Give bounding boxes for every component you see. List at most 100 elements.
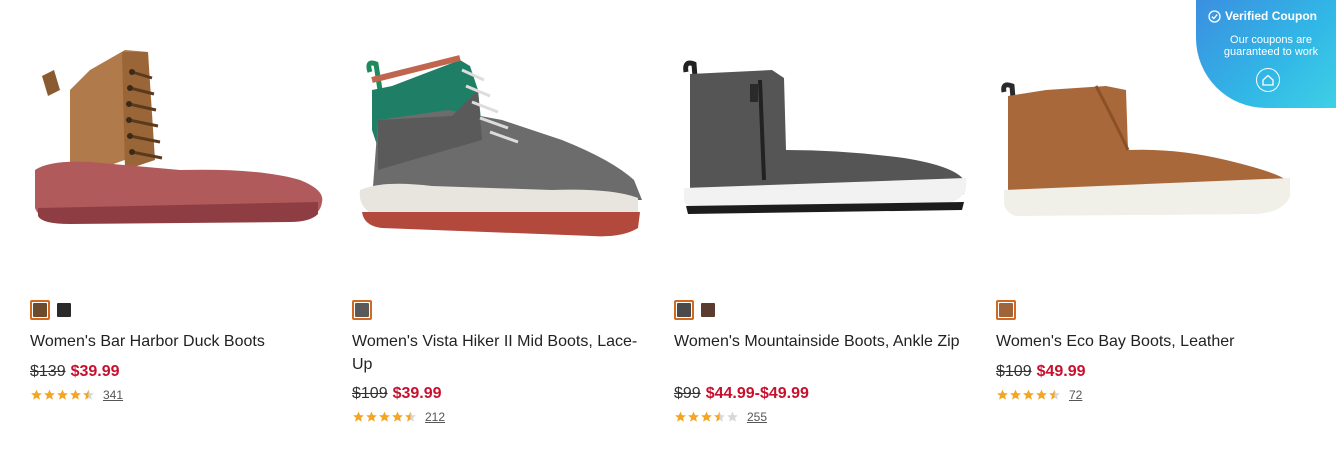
product-price: $109 $39.99 (352, 384, 442, 404)
star-rating (352, 411, 417, 423)
star-icon (31, 389, 42, 400)
star-icon (1036, 389, 1047, 400)
product-image[interactable] (674, 30, 974, 270)
star-shape (70, 389, 81, 400)
product-price: $109 $49.99 (996, 362, 1086, 382)
duck-boot-image (35, 50, 323, 224)
hiker-boot-image (359, 55, 642, 237)
review-count[interactable]: 212 (425, 410, 445, 424)
product-card[interactable]: Women's Vista Hiker II Mid Boots, Lace-U… (352, 0, 652, 472)
swatch-color (355, 303, 369, 317)
original-price: $109 (996, 363, 1032, 380)
star-icon (1049, 389, 1060, 400)
sale-price: $39.99 (392, 385, 442, 402)
coupon-title: Verified Coupon (1208, 9, 1317, 23)
star-shape (1010, 389, 1021, 400)
rating[interactable]: 72 (996, 388, 1082, 402)
star-icon (688, 411, 699, 422)
coupon-subtitle: Our coupons are guaranteed to work (1223, 34, 1319, 58)
product-image[interactable] (30, 30, 330, 270)
color-swatches (996, 300, 1016, 320)
star-icon (57, 389, 68, 400)
star-shape (57, 389, 68, 400)
star-icon (1023, 389, 1034, 400)
star-shape (1049, 389, 1060, 400)
star-icon (405, 411, 416, 422)
rating[interactable]: 212 (352, 410, 445, 424)
star-shape (44, 389, 55, 400)
star-icon (44, 389, 55, 400)
star-rating (996, 389, 1061, 401)
original-price: $109 (352, 385, 388, 402)
star-icon (997, 389, 1008, 400)
star-icon (701, 411, 712, 422)
swatch-color (33, 303, 47, 317)
product-price: $139 $39.99 (30, 362, 120, 382)
product-name[interactable]: Women's Mountainside Boots, Ankle Zip (674, 330, 974, 353)
swatch-color (701, 303, 715, 317)
swatch-color (677, 303, 691, 317)
review-count[interactable]: 255 (747, 410, 767, 424)
color-swatch[interactable] (352, 300, 372, 320)
original-price: $139 (30, 363, 66, 380)
product-grid: Women's Bar Harbor Duck Boots $139 $39.99… (0, 0, 1336, 472)
star-icon (366, 411, 377, 422)
star-shape (1023, 389, 1034, 400)
original-price: $99 (674, 385, 701, 402)
product-name[interactable]: Women's Vista Hiker II Mid Boots, Lace-U… (352, 330, 652, 376)
color-swatch[interactable] (996, 300, 1016, 320)
star-icon (1010, 389, 1021, 400)
star-icon (70, 389, 81, 400)
star-icon (727, 411, 738, 422)
house-icon (1262, 74, 1274, 86)
sale-price: $49.99 (1036, 363, 1086, 380)
product-card[interactable]: Women's Mountainside Boots, Ankle Zip $9… (674, 0, 974, 472)
star-rating (674, 411, 739, 423)
star-shape (83, 389, 94, 400)
color-swatch[interactable] (674, 300, 694, 320)
color-swatch[interactable] (30, 300, 50, 320)
star-shape (353, 411, 364, 422)
star-shape (714, 411, 725, 422)
swatch-color (999, 303, 1013, 317)
star-shape (701, 411, 712, 422)
star-shape (727, 411, 738, 422)
star-shape (366, 411, 377, 422)
product-image[interactable] (352, 30, 652, 270)
swatch-color (57, 303, 71, 317)
star-shape (31, 389, 42, 400)
star-icon (353, 411, 364, 422)
star-icon (392, 411, 403, 422)
product-name[interactable]: Women's Eco Bay Boots, Leather (996, 330, 1296, 353)
star-shape (997, 389, 1008, 400)
color-swatches (352, 300, 372, 320)
product-card[interactable]: Women's Bar Harbor Duck Boots $139 $39.99… (30, 0, 330, 472)
star-shape (379, 411, 390, 422)
color-swatches (674, 300, 718, 320)
star-shape (1036, 389, 1047, 400)
star-icon (714, 411, 725, 422)
rating[interactable]: 341 (30, 388, 123, 402)
product-name[interactable]: Women's Bar Harbor Duck Boots (30, 330, 330, 353)
review-count[interactable]: 341 (103, 388, 123, 402)
star-shape (392, 411, 403, 422)
sale-price: $39.99 (70, 363, 120, 380)
star-icon (675, 411, 686, 422)
check-circle-icon (1208, 9, 1221, 23)
star-shape (675, 411, 686, 422)
star-shape (405, 411, 416, 422)
color-swatches (30, 300, 74, 320)
star-rating (30, 389, 95, 401)
star-shape (688, 411, 699, 422)
rating[interactable]: 255 (674, 410, 767, 424)
star-icon (83, 389, 94, 400)
home-icon[interactable] (1256, 68, 1280, 92)
color-swatch[interactable] (54, 300, 74, 320)
review-count[interactable]: 72 (1069, 388, 1082, 402)
color-swatch[interactable] (698, 300, 718, 320)
product-price: $99 $44.99-$49.99 (674, 384, 809, 404)
sale-price: $44.99-$49.99 (705, 385, 809, 402)
star-icon (379, 411, 390, 422)
zip-boot-image (683, 60, 966, 214)
coupon-title-text: Verified Coupon (1225, 9, 1318, 23)
